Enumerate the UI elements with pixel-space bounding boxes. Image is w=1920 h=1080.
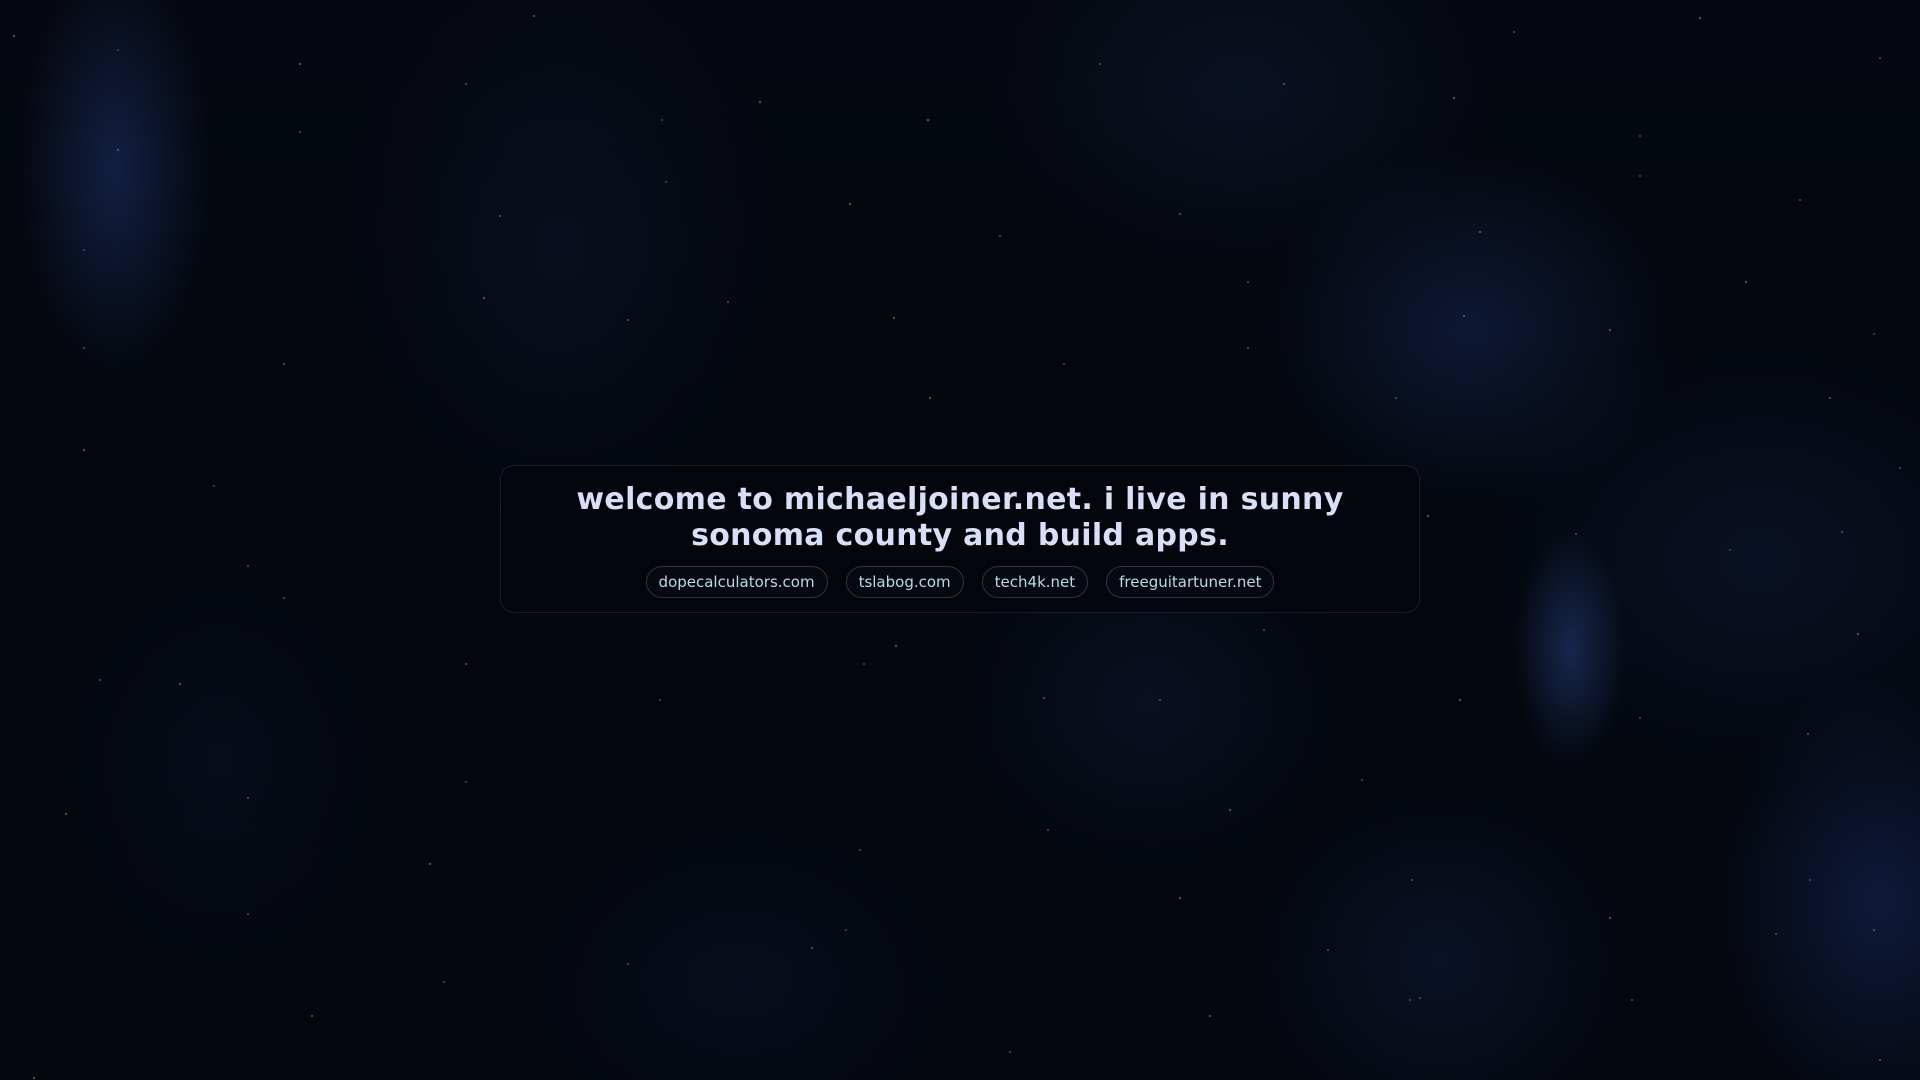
link-dopecalculators[interactable]: dopecalculators.com <box>645 566 828 598</box>
link-tech4k[interactable]: tech4k.net <box>981 566 1089 598</box>
link-tslabog[interactable]: tslabog.com <box>845 566 964 598</box>
intro-card: welcome to michaeljoiner.net. i live in … <box>500 465 1420 613</box>
page-background: welcome to michaeljoiner.net. i live in … <box>0 0 1920 1080</box>
page-title: welcome to michaeljoiner.net. i live in … <box>576 482 1344 553</box>
link-freeguitartuner[interactable]: freeguitartuner.net <box>1106 566 1275 598</box>
project-links: dopecalculators.com tslabog.com tech4k.n… <box>501 566 1419 598</box>
